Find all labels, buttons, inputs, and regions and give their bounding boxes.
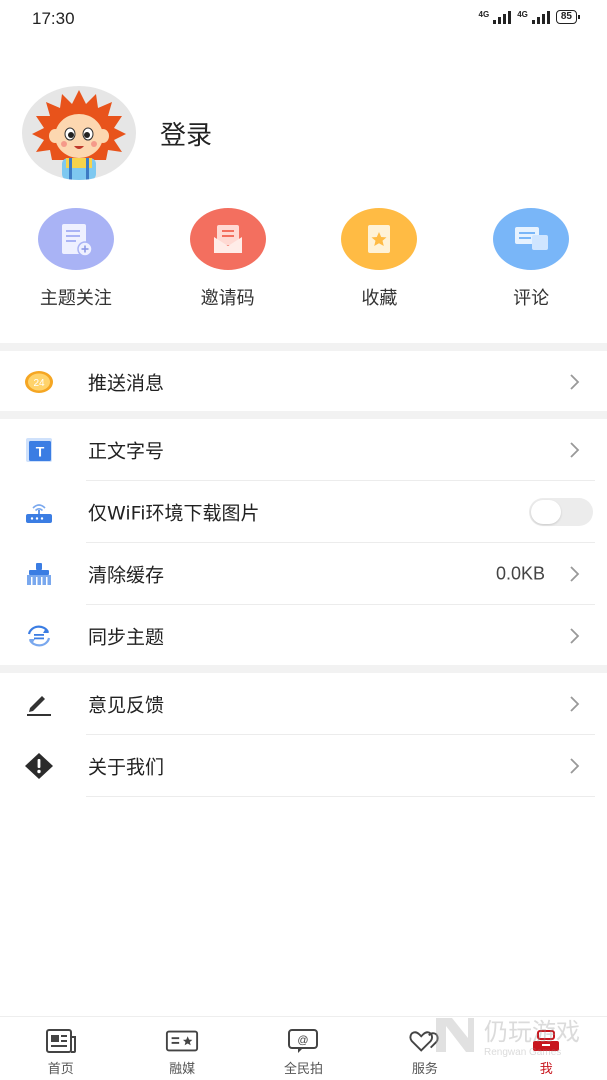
section-separator [0,665,607,673]
chevron-right-icon [570,696,580,712]
comment-icon [493,208,570,270]
menu-clear-cache[interactable]: 清除缓存 0.0KB [0,543,607,605]
media-icon [165,1027,199,1055]
broom-icon [24,559,54,589]
menu-label: 仅WiFi环境下载图片 [88,502,260,525]
camera-at-icon: @ [286,1027,320,1055]
font-size-glyph: T [36,444,45,460]
profile-header[interactable]: 登录 [22,86,212,180]
signal-icon-2: 4G [517,10,550,24]
pencil-icon [24,689,54,719]
tab-label: 我 [539,1062,553,1077]
menu-feedback[interactable]: 意见反馈 [0,673,607,735]
menu-label: 同步主题 [88,626,165,649]
menu-label: 意见反馈 [88,694,165,717]
chevron-right-icon [570,442,580,458]
signal-icon: 4G [479,10,512,24]
chevron-right-icon [570,566,580,582]
menu-push-messages[interactable]: 24 推送消息 [0,351,607,413]
watermark-title: 仍玩游戏 [484,1018,580,1046]
watermark-logo-icon [436,1018,474,1052]
chevron-right-icon [570,758,580,774]
home-news-icon [44,1027,78,1055]
quick-actions: 主题关注 邀请码 收藏 评论 [0,208,607,310]
menu-label: 推送消息 [88,372,165,395]
network-type-label: 4G [478,10,490,19]
font-size-icon: T [24,435,54,465]
menu-wifi-images: 仅WiFi环境下载图片 [0,481,607,543]
chevron-right-icon [570,374,580,390]
avatar[interactable] [22,86,136,180]
menu-label: 关于我们 [88,756,165,779]
battery-icon: 85 [555,10,581,24]
status-time: 17:30 [32,9,75,28]
svg-text:@: @ [298,1035,309,1047]
tab-label: 服务 [411,1062,438,1077]
watermark: 仍玩游戏 Rengwan Games [432,1012,580,1058]
tab-label: 全民拍 [283,1062,323,1077]
menu-sync-theme[interactable]: 同步主题 [0,605,607,667]
subject-follow-icon [37,208,114,270]
toggle-knob [531,500,561,524]
push-badge-icon: 24 [24,367,54,397]
push-badge-text: 24 [33,378,45,389]
quick-favorites[interactable]: 收藏 [304,208,456,310]
favorites-icon [341,208,418,270]
cache-size-value: 0.0KB [495,563,545,584]
quick-subject-follow[interactable]: 主题关注 [0,208,152,310]
menu-font-size[interactable]: T 正文字号 [0,419,607,481]
quick-label: 邀请码 [200,288,255,309]
tab-label: 首页 [47,1062,74,1077]
status-icons: 4G 4G 85 [479,10,581,24]
status-bar: 17:30 4G 4G 85 [0,0,607,40]
menu-label: 正文字号 [88,440,165,463]
tab-media[interactable]: 融媒 [121,1017,242,1080]
mascot-avatar-icon [32,90,126,180]
tab-citizen-shoot[interactable]: @ 全民拍 [243,1017,364,1080]
sync-icon [24,621,54,651]
menu-about-us[interactable]: 关于我们 [0,735,607,797]
quick-comments[interactable]: 评论 [455,208,607,310]
network-type-label-2: 4G [517,10,528,19]
tab-home[interactable]: 首页 [0,1017,121,1080]
chevron-right-icon [570,628,580,644]
quick-invite-code[interactable]: 邀请码 [152,208,304,310]
quick-label: 评论 [513,288,550,309]
invite-code-icon [189,208,266,270]
tab-label: 融媒 [169,1062,196,1077]
menu-label: 清除缓存 [88,564,165,587]
login-link[interactable]: 登录 [160,115,212,152]
section-separator [0,411,607,419]
router-icon [24,497,54,527]
watermark-subtitle: Rengwan Games [484,1047,562,1058]
quick-label: 主题关注 [39,288,112,309]
quick-label: 收藏 [361,288,398,309]
wifi-images-toggle[interactable] [529,498,593,526]
row-divider [86,796,595,797]
warning-diamond-icon [24,751,54,781]
section-separator [0,343,607,351]
